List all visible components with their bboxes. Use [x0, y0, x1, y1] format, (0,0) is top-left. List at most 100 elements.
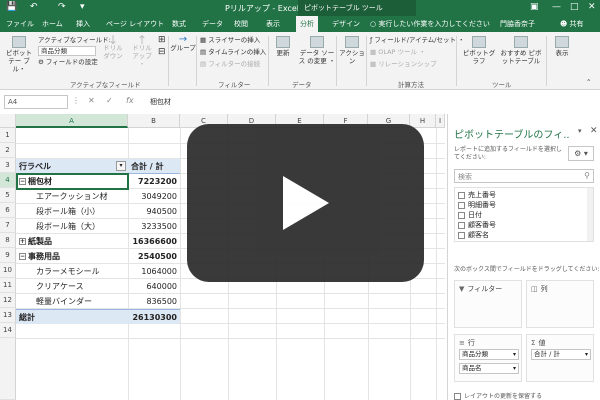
select-all-corner[interactable] [0, 114, 16, 128]
field-search-input[interactable]: 検索 ⚲ [454, 169, 594, 183]
insert-function-icon[interactable]: fx [126, 96, 134, 105]
pivot-item-row[interactable]: カラーメモシール [16, 264, 128, 279]
filter-connections-button[interactable]: ▤ フィルターの接続 [200, 60, 260, 68]
chevron-down-icon[interactable]: ▾ [513, 350, 516, 359]
defer-layout-update[interactable]: レイアウトの更新を保留する [454, 391, 542, 400]
field-checkbox-item[interactable]: 顧客番号 [458, 220, 496, 230]
filter-zone[interactable]: ▼ フィルター [454, 280, 522, 328]
gear-icon[interactable]: ⚙ ▾ [568, 146, 594, 161]
row-label-filter-dropdown-icon[interactable]: ▾ [116, 161, 126, 171]
field-checkbox-item[interactable]: 顧客名 [458, 230, 489, 240]
field-checkbox-item[interactable]: 売上番号 [458, 190, 496, 200]
pivot-grand-total-value[interactable]: 26130300 [128, 309, 180, 324]
drill-down-button[interactable]: ↓ ドリル ダウン [100, 34, 126, 60]
pivot-item-row[interactable]: クリアケース [16, 279, 128, 294]
pivot-category-row[interactable]: + 紙製品 [16, 234, 128, 249]
pivot-category-total[interactable]: 16366600 [128, 234, 180, 249]
save-icon[interactable]: 💾 [6, 2, 17, 13]
pivot-item-row[interactable]: 段ボール箱（小） [16, 204, 128, 219]
rows-field-chip[interactable]: 商品名 ▾ [459, 363, 519, 374]
undo-icon[interactable]: ↶ [30, 2, 38, 13]
pivot-table-button[interactable]: ピボットテー ブル・ [4, 36, 34, 73]
row-header[interactable]: 4 [0, 173, 16, 188]
drill-up-button[interactable]: ↑ ドリル アップ ・ [128, 34, 156, 68]
share-button[interactable]: ☻ 共有 [560, 16, 584, 32]
field-checkbox-item[interactable]: 日付 [458, 210, 482, 220]
tab-review[interactable]: 校閲 [230, 16, 252, 32]
action-button[interactable]: アクション [338, 36, 366, 65]
user-name[interactable]: 門脇香奈子 [500, 16, 535, 32]
row-header[interactable]: 1 [0, 128, 16, 143]
tab-analyze[interactable]: 分析 [296, 16, 318, 32]
active-field-input[interactable]: 商品分類 [38, 46, 96, 56]
group-button[interactable]: → グループ [170, 35, 196, 53]
collapse-ribbon-icon[interactable]: ⌃ [586, 78, 591, 86]
video-play-overlay[interactable] [187, 124, 424, 282]
maximize-icon[interactable]: □ [570, 1, 579, 13]
field-checkbox-item[interactable]: 明細番号 [458, 200, 496, 210]
pivot-item-row[interactable]: 段ボール箱（大） [16, 219, 128, 234]
play-icon[interactable] [283, 176, 329, 230]
cancel-icon[interactable]: ✕ [88, 96, 95, 105]
pane-close-icon[interactable]: ✕ [590, 126, 598, 136]
pivot-item-value[interactable]: 3049200 [128, 189, 180, 204]
pivot-grand-total-label[interactable]: 総計 [16, 309, 128, 324]
row-header[interactable]: 12 [0, 293, 16, 308]
tab-view[interactable]: 表示 [262, 16, 284, 32]
row-header[interactable]: 11 [0, 278, 16, 293]
column-header[interactable]: B [128, 114, 180, 128]
enter-icon[interactable]: ✓ [106, 96, 113, 105]
row-header[interactable]: 6 [0, 203, 16, 218]
field-settings-button[interactable]: ⚙ フィールドの設定 [38, 58, 98, 66]
pivot-category-total[interactable]: 2540500 [128, 249, 180, 264]
columns-zone[interactable]: ◫ 列 [526, 280, 594, 328]
tab-page-layout[interactable]: ページ レイアウト [102, 16, 168, 32]
column-header[interactable]: I [436, 114, 445, 128]
row-header[interactable]: 13 [0, 308, 16, 323]
redo-icon[interactable]: ↷ [58, 2, 66, 13]
change-data-source-button[interactable]: データ ソース の変更 ・ [298, 36, 336, 65]
checkbox[interactable] [458, 191, 465, 199]
row-header[interactable]: 2 [0, 143, 16, 158]
values-zone[interactable]: Σ値 合計 / 計 ▾ [526, 334, 594, 382]
row-header[interactable]: 10 [0, 263, 16, 278]
pivot-item-value[interactable]: 3233500 [128, 219, 180, 234]
pivot-item-value[interactable]: 940500 [128, 204, 180, 219]
fields-items-sets-button[interactable]: ƒ フィールド/アイテム/セット ・ [370, 36, 465, 44]
pivot-item-row[interactable]: エアークッション材 [16, 189, 128, 204]
row-header[interactable]: 14 [0, 323, 16, 338]
tab-file[interactable]: ファイル [2, 16, 38, 32]
quick-access-dropdown-icon[interactable]: ▾ [80, 2, 85, 13]
tab-home[interactable]: ホーム [38, 16, 67, 32]
recommended-pivot-button[interactable]: おすすめ ピボットテーブル [500, 36, 542, 65]
pivot-row-labels-header[interactable]: 行ラベル [16, 159, 128, 174]
column-header[interactable]: A [16, 114, 128, 128]
pivot-values-header[interactable]: 合計 / 計 [128, 159, 180, 174]
formula-input[interactable]: 梱包材 [150, 97, 171, 107]
field-list[interactable]: 売上番号 明細番号 日付 顧客番号 顧客名 [454, 187, 594, 242]
collapse-field-icon[interactable]: ⊟ [158, 48, 166, 57]
pivot-item-value[interactable]: 640000 [128, 279, 180, 294]
row-header[interactable]: 3 [0, 158, 16, 173]
values-field-chip[interactable]: 合計 / 計 ▾ [531, 349, 591, 360]
olap-tools-button[interactable]: ▩ OLAP ツール ・ [370, 48, 426, 56]
ribbon-display-icon[interactable]: ▣ [530, 1, 539, 13]
row-header[interactable]: 9 [0, 248, 16, 263]
row-header[interactable]: 8 [0, 233, 16, 248]
name-box[interactable]: A4 [4, 95, 68, 109]
pivot-item-value[interactable]: 836500 [128, 294, 180, 309]
pivot-category-total[interactable]: 7223200 [128, 174, 180, 189]
refresh-button[interactable]: 更新 [270, 36, 296, 57]
checkbox[interactable] [458, 201, 465, 209]
insert-timeline-button[interactable]: ▤ タイムラインの挿入 [200, 48, 266, 56]
tab-design[interactable]: デザイン [328, 16, 364, 32]
tell-me-box[interactable]: ○ 実行したい作業を入力してください [370, 16, 490, 32]
tab-formulas[interactable]: 数式 [168, 16, 190, 32]
chevron-down-icon[interactable]: ▾ [513, 364, 516, 373]
rows-zone[interactable]: ≡ 行 商品分類 ▾ 商品名 ▾ [454, 334, 522, 382]
close-icon[interactable]: ✕ [588, 1, 596, 13]
chevron-down-icon[interactable]: ▾ [585, 350, 588, 359]
minimize-icon[interactable]: — [552, 1, 561, 13]
checkbox[interactable] [458, 221, 465, 229]
pivot-chart-button[interactable]: ピボットグラフ [460, 36, 498, 65]
